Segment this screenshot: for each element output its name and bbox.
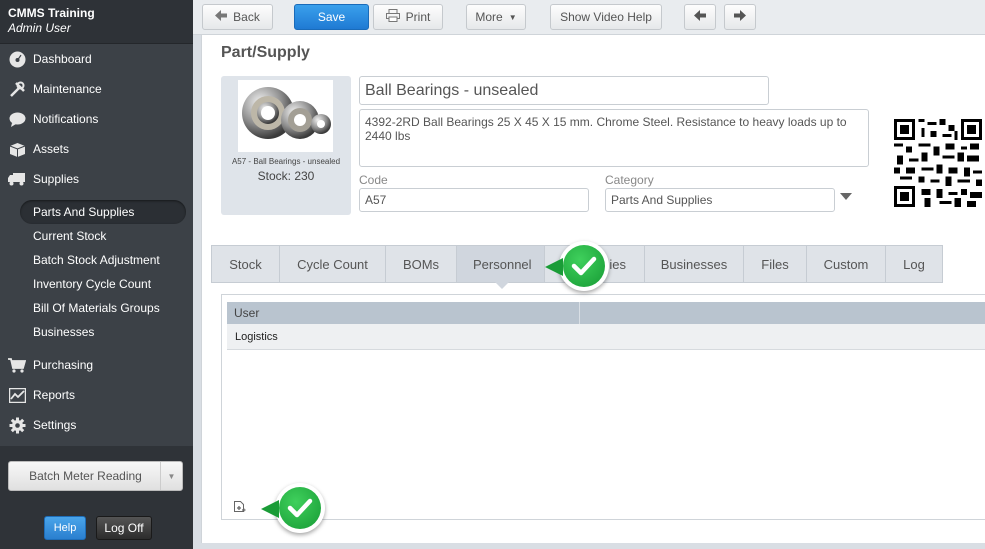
truck-icon: [8, 170, 26, 188]
sidebar-item-notifications[interactable]: Notifications: [0, 105, 193, 133]
sidebar-item-assets[interactable]: Assets: [0, 135, 193, 163]
sidebar-sub-inventory-cycle-count[interactable]: Inventory Cycle Count: [33, 277, 151, 291]
printer-icon: [385, 9, 400, 25]
sidebar-item-purchasing[interactable]: Purchasing: [0, 351, 193, 379]
category-label: Category: [605, 173, 654, 187]
batch-meter-reading-button[interactable]: Batch Meter Reading ▼: [8, 461, 183, 491]
app-name: CMMS Training: [8, 6, 95, 20]
tools-icon: [8, 80, 26, 98]
sidebar-item-supplies[interactable]: Supplies: [0, 165, 193, 193]
toolbar: Back Save Print More ▼ Show Video Help: [193, 0, 985, 35]
personnel-panel: User Logistics: [221, 294, 985, 520]
ball-bearings-image: [242, 87, 331, 139]
sidebar-item-maintenance[interactable]: Maintenance: [0, 75, 193, 103]
tab-boms[interactable]: BOMs: [385, 245, 456, 283]
brand-header: CMMS Training Admin User: [0, 0, 193, 44]
page-title: Part/Supply: [221, 44, 310, 61]
sidebar-item-reports[interactable]: Reports: [0, 381, 193, 409]
sidebar-item-label: Notifications: [33, 112, 99, 126]
category-dropdown-icon[interactable]: [840, 193, 852, 200]
grid-header: User: [227, 302, 985, 324]
table-row[interactable]: Logistics: [227, 324, 985, 350]
print-label: Print: [405, 10, 431, 24]
user-name: Admin User: [8, 21, 71, 35]
category-field[interactable]: Parts And Supplies: [605, 188, 835, 212]
sidebar-item-label: Maintenance: [33, 82, 102, 96]
sidebar-item-label: Purchasing: [33, 358, 94, 372]
main-content: Part/Supply A57 - Ball Bearings - unseal…: [201, 35, 985, 543]
image-caption: A57 - Ball Bearings - unsealed: [231, 157, 341, 166]
cart-icon: [8, 356, 26, 374]
part-image[interactable]: [238, 80, 333, 152]
show-video-help-button[interactable]: Show Video Help: [550, 4, 662, 30]
stock-count: Stock: 230: [257, 169, 315, 183]
sidebar-item-label: Reports: [33, 388, 76, 402]
personnel-tab-callout: [545, 241, 609, 291]
add-record-icon[interactable]: [233, 500, 247, 514]
sidebar-sub-current-stock[interactable]: Current Stock: [33, 229, 106, 243]
sidebar-item-label: Supplies: [33, 172, 80, 186]
tab-personnel[interactable]: Personnel: [456, 245, 544, 289]
dashboard-icon: [8, 50, 26, 68]
save-button[interactable]: Save: [294, 4, 369, 30]
sidebar: CMMS Training Admin User Dashboard Maint…: [0, 0, 193, 549]
tab-businesses[interactable]: Businesses: [644, 245, 743, 283]
print-button[interactable]: Print: [373, 4, 443, 30]
tab-custom[interactable]: Custom: [806, 245, 885, 283]
previous-record-button[interactable]: [684, 4, 716, 30]
part-image-card: A57 - Ball Bearings - unsealed Stock: 23…: [221, 76, 351, 215]
code-field[interactable]: A57: [359, 188, 589, 212]
checkmark-icon: [279, 487, 321, 529]
add-record-callout: [261, 483, 325, 533]
dropdown-arrow-icon[interactable]: ▼: [160, 462, 182, 490]
sidebar-sub-parts-and-supplies[interactable]: Parts And Supplies: [20, 200, 186, 224]
qr-code-image: [894, 119, 982, 207]
tab-stock[interactable]: Stock: [211, 245, 279, 283]
back-button[interactable]: Back: [202, 4, 273, 30]
sidebar-sub-batch-stock-adjustment[interactable]: Batch Stock Adjustment: [33, 253, 160, 267]
arrow-left-icon: [694, 10, 706, 24]
log-off-button[interactable]: Log Off: [96, 516, 152, 540]
sidebar-item-label: Dashboard: [33, 52, 92, 66]
tab-log[interactable]: Log: [885, 245, 943, 283]
tab-files[interactable]: Files: [743, 245, 806, 283]
more-label: More: [475, 10, 503, 24]
column-header-user[interactable]: User: [227, 302, 580, 324]
more-button[interactable]: More ▼: [466, 4, 526, 30]
arrow-right-icon: [734, 10, 746, 24]
next-record-button[interactable]: [724, 4, 756, 30]
boxes-icon: [8, 140, 26, 158]
arrow-left-icon: [215, 10, 228, 24]
code-label: Code: [359, 173, 388, 187]
chart-icon: [8, 386, 26, 404]
help-button[interactable]: Help: [44, 516, 86, 540]
back-label: Back: [233, 10, 260, 24]
sidebar-item-dashboard[interactable]: Dashboard: [0, 45, 193, 73]
sidebar-item-settings[interactable]: Settings: [0, 411, 193, 439]
description-field[interactable]: 4392-2RD Ball Bearings 25 X 45 X 15 mm. …: [359, 109, 869, 167]
checkmark-icon: [563, 245, 605, 287]
sidebar-sub-businesses[interactable]: Businesses: [33, 325, 94, 339]
sidebar-sub-bom-groups[interactable]: Bill Of Materials Groups: [33, 301, 160, 315]
sidebar-item-label: Settings: [33, 418, 77, 432]
batch-meter-reading-label: Batch Meter Reading: [29, 469, 142, 483]
caret-down-icon: ▼: [508, 12, 517, 22]
chat-bubble-icon: [8, 110, 26, 128]
tab-cycle-count[interactable]: Cycle Count: [279, 245, 385, 283]
part-name-field[interactable]: [359, 76, 769, 105]
gear-icon: [8, 416, 26, 434]
sidebar-item-label: Assets: [33, 142, 70, 156]
